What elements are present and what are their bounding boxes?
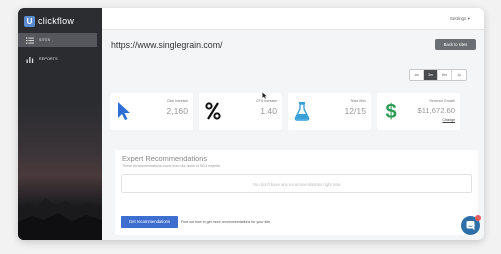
stat-label: Tests Won	[350, 99, 366, 103]
date-range-selector: 1w 3m 6m 1y	[409, 69, 467, 81]
settings-menu[interactable]: Settings ▾	[450, 16, 470, 22]
change-link[interactable]: Change	[442, 118, 455, 122]
sidebar-item-label: REPORTS	[39, 57, 58, 61]
recommendations-empty-state: You don't have any recommendations right…	[121, 174, 472, 193]
stat-value: $11,672.60	[417, 106, 455, 115]
find-out-more-link[interactable]: Find out how to get more recommendations…	[181, 220, 270, 224]
sidebar-item-label: SITES	[39, 38, 51, 42]
stat-card-tests: Tests Won 12/15	[288, 93, 371, 130]
main-content: Settings ▾ https://www.singlegrain.com/ …	[102, 8, 484, 240]
bar-chart-icon	[26, 56, 34, 63]
percent-icon	[205, 102, 221, 120]
top-bar: Settings ▾	[102, 8, 484, 30]
mountain-silhouette	[18, 198, 102, 240]
app-name: clickflow	[38, 16, 75, 26]
get-recommendations-button[interactable]: Get recommendations	[121, 216, 178, 228]
app-window: U clickflow SITES REPORTS Settings ▾ htt…	[18, 8, 484, 240]
recommendations-panel: Expert Recommendations These recommendat…	[115, 150, 478, 235]
stat-value: 1.40	[260, 106, 277, 116]
range-option-1w[interactable]: 1w	[410, 70, 424, 80]
stat-label: CTR Increase	[256, 99, 277, 103]
back-to-sites-button[interactable]: Back to sites	[435, 39, 476, 50]
stat-card-revenue: $ Revenue Growth $11,672.60 Change	[377, 93, 460, 130]
range-option-3m[interactable]: 3m	[424, 70, 438, 80]
stat-value: 12/15	[344, 106, 366, 116]
mouse-pointer-icon	[262, 92, 267, 99]
stat-label: Revenue Growth	[429, 99, 455, 103]
site-url: https://www.singlegrain.com/	[111, 40, 223, 50]
range-option-1y[interactable]: 1y	[452, 70, 466, 80]
stat-card-clicks: Click Increase 2,160	[110, 93, 193, 130]
sidebar-item-reports[interactable]: REPORTS	[18, 52, 97, 66]
stat-card-ctr: CTR Increase 1.40	[199, 93, 282, 130]
flask-icon	[294, 102, 310, 121]
sidebar-item-sites[interactable]: SITES	[18, 33, 97, 47]
notification-badge	[475, 215, 481, 221]
range-option-6m[interactable]: 6m	[438, 70, 452, 80]
sidebar: U clickflow SITES REPORTS	[18, 8, 102, 240]
stat-label: Click Increase	[166, 99, 188, 103]
dollar-icon: $	[385, 101, 396, 121]
app-logo[interactable]: U clickflow	[24, 15, 74, 27]
recommendations-subtitle: These recommendations come from our team…	[122, 164, 221, 168]
recommendations-title: Expert Recommendations	[122, 154, 208, 163]
stat-value: 2,160	[166, 106, 188, 116]
svg-text:$: $	[385, 101, 396, 121]
logo-mark-icon: U	[24, 15, 35, 27]
list-icon	[26, 37, 34, 44]
cursor-icon	[118, 102, 130, 120]
